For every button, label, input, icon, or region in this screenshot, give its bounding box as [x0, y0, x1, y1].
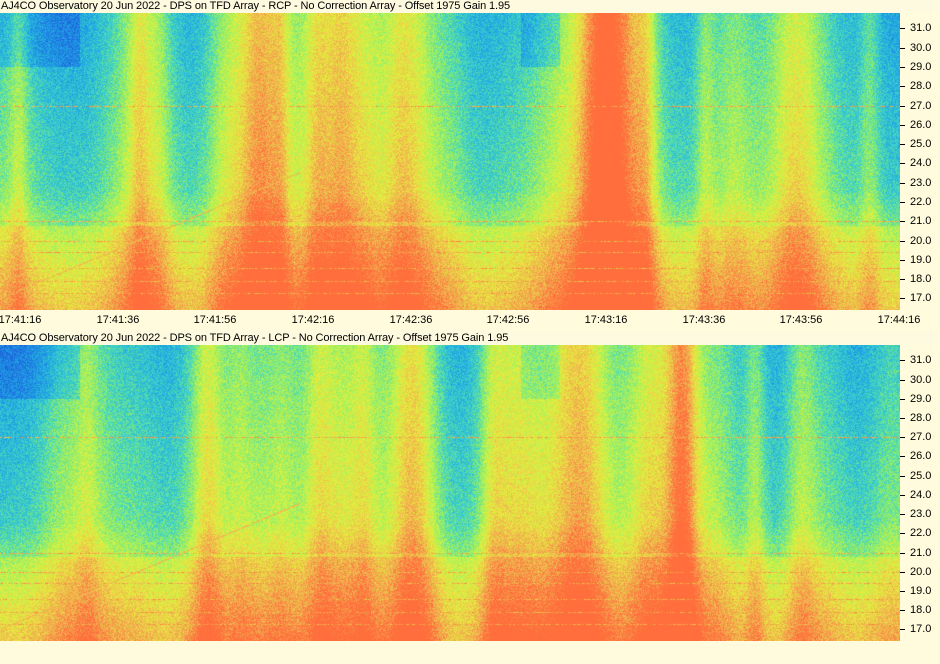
rcp-frequency-axis: 31.0 30.0 29.0 28.0 27.0 26.0 25.0 24.0 23.0 22.0…	[900, 13, 940, 310]
freq-tick	[900, 279, 905, 280]
freq-label: 31.0	[910, 22, 932, 34]
freq-label: 22.0	[910, 527, 932, 539]
time-label: 17:41:16	[0, 314, 42, 326]
freq-tick	[900, 202, 905, 203]
freq-label: 19.0	[910, 585, 932, 597]
freq-tick	[900, 298, 905, 299]
time-label: 17:42:56	[486, 314, 530, 326]
freq-label: 23.0	[910, 508, 932, 520]
freq-label: 28.0	[910, 412, 932, 424]
freq-tick	[900, 360, 905, 361]
lcp-spectrogram	[0, 345, 900, 641]
freq-tick	[900, 260, 905, 261]
lcp-panel-title: AJ4CO Observatory 20 Jun 2022 - DPS on T…	[1, 332, 509, 344]
time-label: 17:42:16	[291, 314, 335, 326]
freq-label: 24.0	[910, 157, 932, 169]
rcp-panel-title: AJ4CO Observatory 20 Jun 2022 - DPS on T…	[1, 0, 511, 12]
time-label: 17:41:56	[193, 314, 237, 326]
freq-label: 24.0	[910, 489, 932, 501]
freq-tick	[900, 514, 905, 515]
freq-tick	[900, 437, 905, 438]
freq-tick	[900, 163, 905, 164]
freq-label: 20.0	[910, 566, 932, 578]
freq-label: 25.0	[910, 138, 932, 150]
freq-tick	[900, 610, 905, 611]
freq-label: 17.0	[910, 623, 932, 635]
time-label: 17:44:16	[877, 314, 921, 326]
freq-label: 21.0	[910, 215, 932, 227]
time-label: 17:43:16	[584, 314, 628, 326]
freq-label: 28.0	[910, 80, 932, 92]
freq-tick	[900, 533, 905, 534]
freq-tick	[900, 629, 905, 630]
freq-tick	[900, 380, 905, 381]
freq-tick	[900, 67, 905, 68]
freq-tick	[900, 125, 905, 126]
freq-label: 31.0	[910, 354, 932, 366]
rcp-spectrogram	[0, 13, 900, 310]
time-label: 17:43:56	[779, 314, 823, 326]
freq-label: 21.0	[910, 547, 932, 559]
freq-label: 18.0	[910, 604, 932, 616]
freq-tick	[900, 106, 905, 107]
freq-tick	[900, 221, 905, 222]
freq-tick	[900, 591, 905, 592]
freq-tick	[900, 553, 905, 554]
freq-label: 29.0	[910, 393, 932, 405]
freq-tick	[900, 183, 905, 184]
freq-label: 25.0	[910, 470, 932, 482]
freq-tick	[900, 48, 905, 49]
freq-label: 30.0	[910, 42, 932, 54]
freq-label: 29.0	[910, 61, 932, 73]
freq-label: 22.0	[910, 196, 932, 208]
freq-label: 27.0	[910, 100, 932, 112]
freq-label: 17.0	[910, 292, 932, 304]
freq-tick	[900, 476, 905, 477]
time-label: 17:41:36	[96, 314, 140, 326]
spectrogram-viewer: { "panels": [ { "title": "AJ4CO Observat…	[0, 0, 940, 664]
freq-label: 23.0	[910, 177, 932, 189]
freq-label: 30.0	[910, 374, 932, 386]
freq-tick	[900, 495, 905, 496]
freq-label: 18.0	[910, 273, 932, 285]
freq-tick	[900, 28, 905, 29]
freq-label: 26.0	[910, 119, 932, 131]
rcp-time-axis: 17:41:16 17:41:36 17:41:56 17:42:16 17:42:36…	[0, 310, 940, 330]
freq-tick	[900, 418, 905, 419]
freq-tick	[900, 399, 905, 400]
freq-tick	[900, 144, 905, 145]
lcp-time-strip	[0, 641, 940, 664]
freq-tick	[900, 241, 905, 242]
time-label: 17:43:36	[682, 314, 726, 326]
freq-label: 27.0	[910, 431, 932, 443]
freq-label: 20.0	[910, 235, 932, 247]
lcp-frequency-axis: 31.0 30.0 29.0 28.0 27.0 26.0 25.0 24.0 23.0 22.0…	[900, 345, 940, 641]
freq-tick	[900, 456, 905, 457]
freq-tick	[900, 572, 905, 573]
freq-label: 19.0	[910, 254, 932, 266]
freq-tick	[900, 86, 905, 87]
time-label: 17:42:36	[389, 314, 433, 326]
freq-label: 26.0	[910, 450, 932, 462]
